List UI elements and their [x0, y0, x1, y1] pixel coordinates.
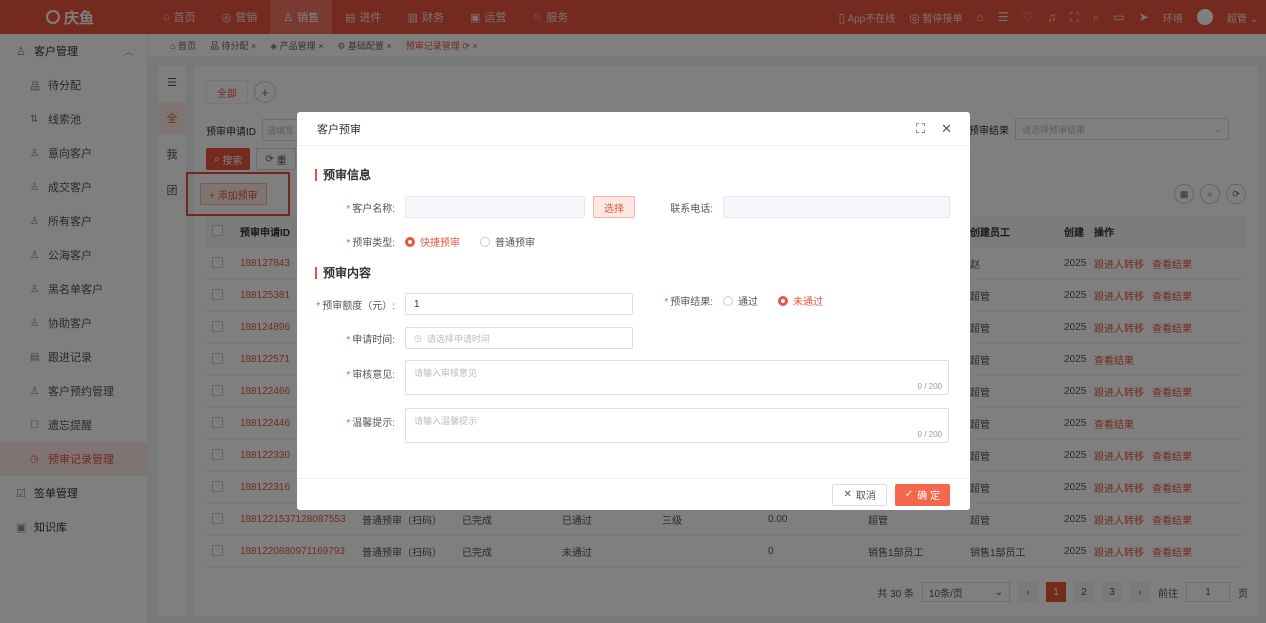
- phone-label: 联系电话:: [670, 203, 713, 215]
- apply-time-picker[interactable]: ◷ 请选择申请时间: [405, 327, 633, 349]
- result-fail-radio[interactable]: 未通过: [778, 293, 823, 308]
- button-label: 取消: [855, 491, 876, 502]
- required-mark: *: [316, 300, 321, 312]
- close-icon: ✕: [843, 489, 852, 500]
- time-label: * 申请时间:: [297, 331, 405, 346]
- tip-row: * 温馨提示: 请输入温馨提示 0 / 200: [297, 408, 949, 443]
- customer-row: * 客户名称: 选择: [297, 196, 635, 218]
- section-bar: [315, 266, 317, 279]
- dialog-footer: ✕ 取消 ✓ 确 定: [297, 478, 970, 510]
- dialog-header-icons: ⛶ ✕: [916, 121, 952, 137]
- required-mark: *: [346, 334, 351, 346]
- tip-placeholder: 请输入温馨提示: [414, 416, 478, 426]
- type-row: * 预审类型: 快捷预审 普通预审: [297, 234, 555, 249]
- check-icon: ✓: [904, 489, 914, 500]
- phone-input[interactable]: [723, 196, 950, 218]
- pre-review-dialog: 客户预审 ⛶ ✕ 预审信息 * 客户名称: 选择 联系电话: * 预审类型: 快捷预…: [297, 112, 970, 510]
- radio-dot: [778, 295, 788, 306]
- radio-label: 普通预审: [495, 238, 535, 249]
- radio-label: 通过: [738, 297, 758, 308]
- dialog-title: 客户预审: [317, 123, 361, 136]
- type-normal-radio[interactable]: 普通预审: [480, 234, 535, 249]
- result-pass-radio[interactable]: 通过: [723, 293, 758, 308]
- tip-counter: 0 / 200: [917, 430, 942, 439]
- required-mark: *: [346, 203, 351, 215]
- confirm-button[interactable]: ✓ 确 定: [894, 483, 950, 506]
- label-text: 客户名称:: [352, 203, 395, 215]
- phone-row: 联系电话:: [627, 196, 950, 218]
- label-text: 预审类型:: [352, 238, 395, 249]
- radio-dot: [405, 236, 415, 247]
- result-row: * 预审结果: 通过 未通过: [627, 293, 843, 308]
- label-text: 审核意见:: [352, 370, 395, 381]
- required-mark: *: [346, 418, 351, 429]
- button-label: 确 定: [917, 491, 940, 502]
- section-info-title: 预审信息: [315, 166, 371, 183]
- section-content-title: 预审内容: [315, 264, 371, 281]
- opinion-label: * 审核意见:: [297, 360, 405, 381]
- opinion-counter: 0 / 200: [917, 382, 942, 391]
- label-text: 温馨提示:: [352, 418, 395, 429]
- clock-icon: ◷: [414, 332, 427, 343]
- section-label: 预审信息: [323, 168, 372, 182]
- fullscreen-icon[interactable]: ⛶: [916, 121, 925, 137]
- required-mark: *: [346, 238, 351, 249]
- section-label: 预审内容: [323, 266, 372, 280]
- tip-label: * 温馨提示:: [297, 408, 405, 429]
- required-mark: *: [346, 370, 351, 381]
- radio-label: 未通过: [793, 297, 823, 308]
- opinion-placeholder: 请输入审核意见: [414, 368, 478, 378]
- opinion-textarea[interactable]: 请输入审核意见 0 / 200: [405, 360, 949, 395]
- dialog-header: 客户预审 ⛶ ✕: [297, 112, 970, 146]
- type-quick-radio[interactable]: 快捷预审: [405, 234, 460, 249]
- type-label: * 预审类型:: [297, 234, 405, 249]
- label-text: 预审额度（元）:: [322, 300, 395, 312]
- radio-dot: [723, 295, 733, 306]
- result-label: * 预审结果:: [627, 293, 723, 308]
- opinion-row: * 审核意见: 请输入审核意见 0 / 200: [297, 360, 949, 395]
- label-text: 申请时间:: [352, 334, 395, 346]
- amount-label: * 预审额度（元）:: [297, 297, 405, 312]
- section-bar: [315, 168, 317, 181]
- close-icon[interactable]: ✕: [941, 121, 952, 137]
- customer-name-input[interactable]: [405, 196, 585, 218]
- time-row: * 申请时间: ◷ 请选择申请时间: [297, 327, 633, 349]
- cancel-button[interactable]: ✕ 取消: [832, 483, 887, 506]
- customer-label: * 客户名称:: [297, 200, 405, 215]
- radio-label: 快捷预审: [420, 238, 460, 249]
- time-placeholder: 请选择申请时间: [426, 333, 490, 344]
- tip-textarea[interactable]: 请输入温馨提示 0 / 200: [405, 408, 949, 443]
- amount-row: * 预审额度（元）: 1: [297, 293, 633, 315]
- label-text: 预审结果:: [670, 297, 713, 308]
- required-mark: *: [664, 297, 669, 308]
- radio-dot: [480, 236, 490, 247]
- amount-input[interactable]: 1: [405, 293, 633, 315]
